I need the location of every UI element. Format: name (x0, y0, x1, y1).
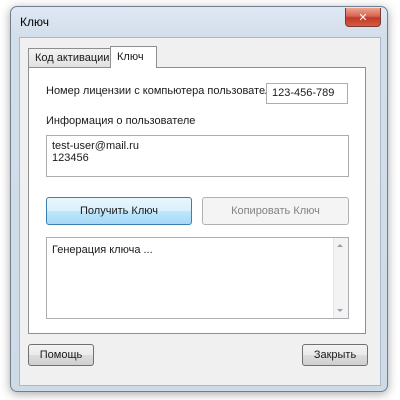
user-info-textarea[interactable]: test-user@mail.ru 123456 (46, 135, 349, 177)
get-key-button[interactable]: Получить Ключ (46, 197, 192, 225)
user-info-line: 123456 (52, 152, 89, 164)
close-window-button[interactable]: ✕ (345, 8, 381, 27)
user-info-line: test-user@mail.ru (52, 140, 139, 152)
license-number-input[interactable]: 123-456-789 (266, 83, 348, 104)
scroll-up-icon[interactable] (337, 244, 343, 247)
close-label: Закрыть (313, 349, 357, 361)
close-icon: ✕ (358, 11, 368, 24)
tab-label: Код активации (35, 52, 110, 64)
license-number-value: 123-456-789 (272, 87, 335, 99)
get-key-label: Получить Ключ (80, 205, 158, 217)
tab-key[interactable]: Ключ (110, 46, 157, 68)
help-button[interactable]: Помощь (28, 344, 94, 366)
help-label: Помощь (39, 349, 83, 361)
close-button[interactable]: Закрыть (302, 344, 368, 366)
key-output-text: Генерация ключа ... (52, 244, 153, 256)
tab-label: Ключ (117, 51, 144, 63)
license-number-label: Номер лицензии с компьютера пользователя (46, 85, 278, 97)
key-output-textarea[interactable]: Генерация ключа ... (46, 237, 349, 319)
scroll-down-icon[interactable] (337, 309, 343, 312)
copy-key-label: Копировать Ключ (231, 205, 320, 217)
window-title: Ключ (20, 15, 49, 29)
copy-key-button: Копировать Ключ (202, 197, 349, 225)
output-scrollbar[interactable] (333, 238, 348, 318)
user-info-label: Информация о пользователе (46, 115, 196, 127)
